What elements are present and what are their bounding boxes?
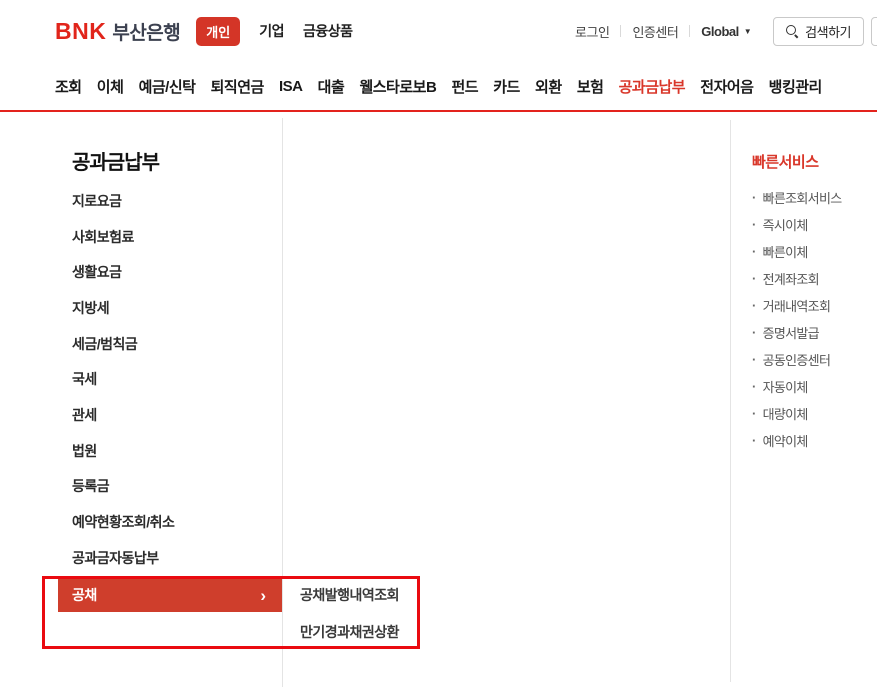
bullet-dot-icon: · xyxy=(752,217,756,232)
quick-item-all-accounts-inquiry[interactable]: · 전계좌조회 xyxy=(752,265,872,292)
bank-name-text: 부산은행 xyxy=(112,22,181,44)
quick-item-label: 빠른이체 xyxy=(762,245,809,260)
nav-item-welstar-robo[interactable]: 웰스타로보B xyxy=(359,76,436,97)
sidebar-menu: 지로요금 사회보험료 생활요금 지방세 세금/범칙금 국세 관세 법원 등록금 … xyxy=(72,183,175,576)
content-area: 공과금납부 지로요금 사회보험료 생활요금 지방세 세금/범칙금 국세 관세 법… xyxy=(0,114,877,687)
quick-item-label: 거래내역조회 xyxy=(762,299,831,314)
bnk-logo-text: BNK xyxy=(55,17,107,44)
sidebar-item-court[interactable]: 법원 xyxy=(72,433,174,469)
bullet-dot-icon: · xyxy=(752,406,756,421)
segment-business-link[interactable]: 기업 xyxy=(259,21,284,41)
sidebar-item-public-bonds-active[interactable]: 공채 › xyxy=(58,578,282,612)
segment-products-link[interactable]: 금융상품 xyxy=(303,21,353,41)
segment-personal-badge[interactable]: 개인 xyxy=(196,16,241,46)
quick-item-label: 자동이체 xyxy=(762,380,809,395)
search-button-label: 검색하기 xyxy=(805,24,851,40)
clipped-edge-button[interactable] xyxy=(871,16,877,46)
nav-item-inquiry[interactable]: 조회 xyxy=(55,76,82,97)
quick-item-bulk-transfer[interactable]: · 대량이체 xyxy=(752,400,872,427)
nav-item-utility-bills[interactable]: 공과금납부 xyxy=(619,76,686,97)
login-link[interactable]: 로그인 xyxy=(575,22,610,41)
quick-item-label: 즉시이체 xyxy=(762,218,809,233)
nav-item-banking-management[interactable]: 뱅킹관리 xyxy=(769,76,823,97)
sidebar-item-label: 공채 xyxy=(72,587,97,603)
bank-logo[interactable]: BNK 부산은행 xyxy=(55,17,181,45)
quick-item-scheduled-transfer[interactable]: · 예약이체 xyxy=(752,427,872,454)
divider xyxy=(620,25,622,37)
sidebar-item-social-insurance[interactable]: 사회보험료 xyxy=(72,219,174,255)
top-header: BNK 부산은행 개인 기업 금융상품 로그인 인증센터 Global ▼ 검색… xyxy=(0,0,877,62)
quick-item-label: 공동인증센터 xyxy=(762,353,831,368)
quick-service-panel: 빠른서비스 · 빠른조회서비스 · 즉시이체 · 빠른이체 · 전계좌조회 · 거래내역조… xyxy=(752,151,872,454)
quick-item-auto-transfer[interactable]: · 자동이체 xyxy=(752,373,872,400)
bullet-dot-icon: · xyxy=(752,244,756,259)
nav-item-isa[interactable]: ISA xyxy=(279,78,303,95)
global-language-dropdown[interactable]: Global ▼ xyxy=(701,24,751,39)
bullet-dot-icon: · xyxy=(752,433,756,448)
main-nav: 조회 이체 예금/신탁 퇴직연금 ISA 대출 웰스타로보B 펀드 카드 외환 … xyxy=(0,62,877,112)
sidebar-item-utility-auto-payment[interactable]: 공과금자동납부 xyxy=(72,540,174,576)
sidebar-divider xyxy=(282,118,283,687)
quick-service-title: 빠른서비스 xyxy=(752,154,819,171)
quick-item-label: 증명서발급 xyxy=(762,326,820,341)
nav-item-transfer[interactable]: 이체 xyxy=(97,76,124,97)
sidebar-item-local-tax[interactable]: 지방세 xyxy=(72,290,174,326)
bullet-dot-icon: · xyxy=(752,271,756,286)
bullet-dot-icon: · xyxy=(752,379,756,394)
chevron-right-icon: › xyxy=(260,585,266,605)
quick-item-joint-certification-center[interactable]: · 공동인증센터 xyxy=(752,346,872,373)
sidebar-item-tax-fines[interactable]: 세금/범칙금 xyxy=(72,326,174,362)
sidebar-item-tuition[interactable]: 등록금 xyxy=(72,469,174,505)
quick-item-label: 대량이체 xyxy=(762,407,809,422)
nav-item-retirement-pension[interactable]: 퇴직연금 xyxy=(211,76,265,97)
bullet-dot-icon: · xyxy=(752,298,756,313)
sidebar-item-national-tax[interactable]: 국세 xyxy=(72,361,174,397)
sidebar-item-giro-fees[interactable]: 지로요금 xyxy=(72,183,174,219)
quick-item-label: 전계좌조회 xyxy=(762,272,820,287)
global-label: Global xyxy=(701,23,739,39)
bullet-dot-icon: · xyxy=(752,190,756,205)
sidebar-item-reservation-inquiry-cancel[interactable]: 예약현황조회/취소 xyxy=(72,504,175,540)
chevron-down-icon: ▼ xyxy=(743,26,752,36)
nav-item-card[interactable]: 카드 xyxy=(493,76,520,97)
nav-item-electronic-note[interactable]: 전자어음 xyxy=(700,76,754,97)
nav-item-forex[interactable]: 외환 xyxy=(535,76,562,97)
nav-item-loan[interactable]: 대출 xyxy=(318,76,345,97)
quick-service-list: · 빠른조회서비스 · 즉시이체 · 빠른이체 · 전계좌조회 · 거래내역조회 · 증명서… xyxy=(752,184,872,454)
quick-item-label: 빠른조회서비스 xyxy=(762,191,843,206)
certification-center-link[interactable]: 인증센터 xyxy=(632,22,678,41)
quick-item-fast-inquiry[interactable]: · 빠른조회서비스 xyxy=(752,184,872,211)
sidebar-item-customs-duty[interactable]: 관세 xyxy=(72,397,174,433)
sidebar-item-living-fees[interactable]: 생활요금 xyxy=(72,254,174,290)
divider xyxy=(689,25,691,37)
public-bonds-submenu: 공채발행내역조회 만기경과채권상환 xyxy=(300,577,400,651)
submenu-item-matured-bond-redemption[interactable]: 만기경과채권상환 xyxy=(300,614,400,651)
quick-item-instant-transfer[interactable]: · 즉시이체 xyxy=(752,211,872,238)
submenu-item-bond-issuance-inquiry[interactable]: 공채발행내역조회 xyxy=(300,577,400,614)
bullet-dot-icon: · xyxy=(752,352,756,367)
bullet-dot-icon: · xyxy=(752,325,756,340)
search-button[interactable]: 검색하기 xyxy=(773,16,864,46)
page: BNK 부산은행 개인 기업 금융상품 로그인 인증센터 Global ▼ 검색… xyxy=(0,0,877,687)
nav-item-fund[interactable]: 펀드 xyxy=(451,76,478,97)
search-icon xyxy=(786,24,799,38)
quick-item-transaction-history[interactable]: · 거래내역조회 xyxy=(752,292,872,319)
nav-item-insurance[interactable]: 보험 xyxy=(577,76,604,97)
header-left: BNK 부산은행 개인 기업 금융상품 xyxy=(55,0,353,62)
quick-item-label: 예약이체 xyxy=(762,434,809,449)
quick-item-fast-transfer[interactable]: · 빠른이체 xyxy=(752,238,872,265)
quick-item-certificate-issuance[interactable]: · 증명서발급 xyxy=(752,319,872,346)
header-right: 로그인 인증센터 Global ▼ 검색하기 xyxy=(575,0,877,62)
page-title: 공과금납부 xyxy=(72,152,160,174)
quick-panel-divider xyxy=(730,120,731,682)
nav-item-deposit-trust[interactable]: 예금/신탁 xyxy=(139,76,196,97)
